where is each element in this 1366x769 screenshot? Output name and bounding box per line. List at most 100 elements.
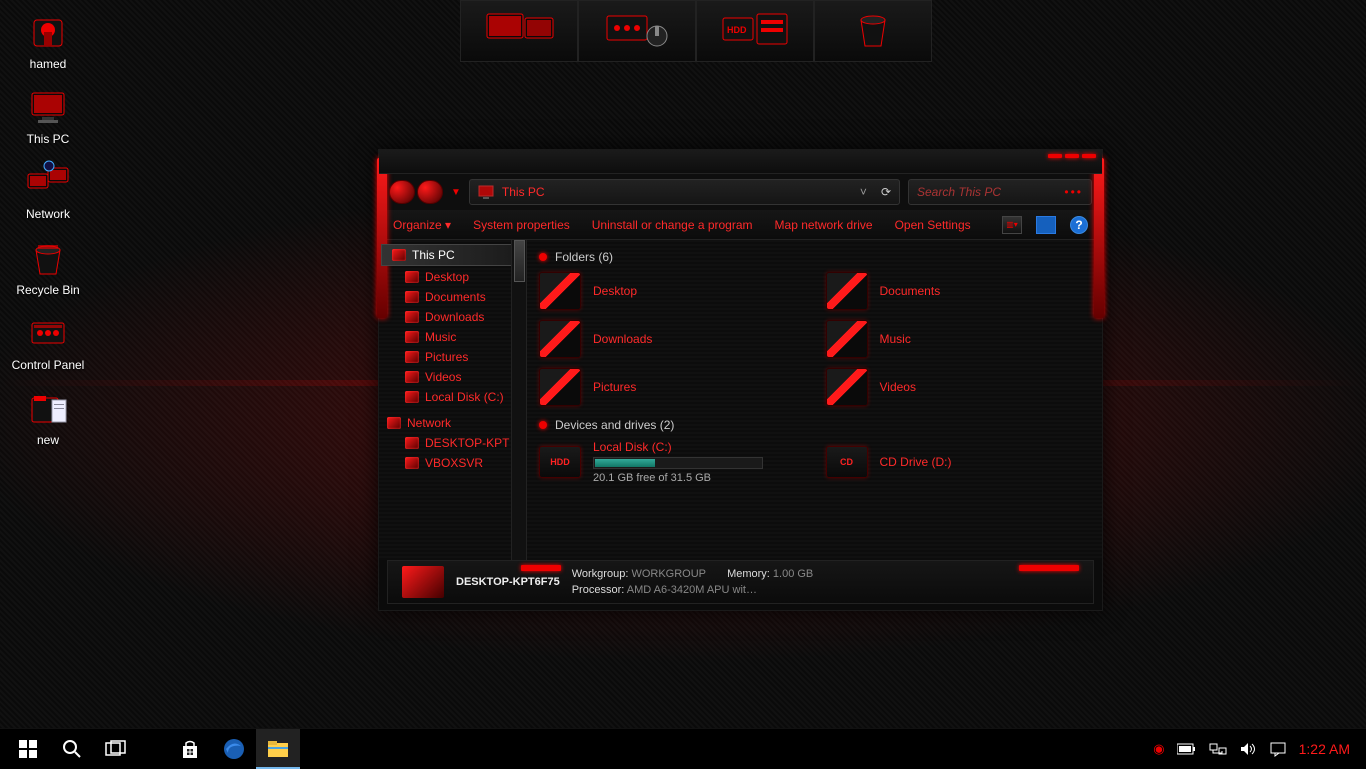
address-caret-icon[interactable]: ˅ bbox=[860, 185, 867, 199]
folder-icon bbox=[405, 371, 419, 383]
item-label: Downloads bbox=[593, 332, 652, 346]
system-properties-button[interactable]: System properties bbox=[473, 218, 570, 232]
network-icon[interactable]: Network bbox=[8, 160, 88, 221]
taskbar-edge[interactable] bbox=[212, 729, 256, 769]
recycle-bin-icon[interactable]: Recycle Bin bbox=[8, 236, 88, 297]
search-button[interactable] bbox=[50, 729, 94, 769]
drives-header[interactable]: Devices and drives (2) bbox=[539, 418, 1092, 432]
tree-music[interactable]: Music bbox=[379, 327, 526, 347]
tree-scrollbar[interactable] bbox=[511, 240, 526, 560]
refresh-icon[interactable]: ⟳ bbox=[881, 185, 891, 199]
user-folder-icon[interactable]: hamed bbox=[8, 10, 88, 71]
drive-label: Local Disk (C:) bbox=[593, 440, 763, 454]
tree-label: Downloads bbox=[425, 310, 484, 324]
desktop-icons: hamed This PC Network Recycle Bin Contro… bbox=[8, 10, 88, 447]
tray-network-icon[interactable] bbox=[1209, 741, 1227, 757]
folders-grid: Desktop Documents Downloads Music Pictur… bbox=[539, 272, 1092, 406]
item-label: Desktop bbox=[593, 284, 637, 298]
dock-tile-recycle[interactable] bbox=[814, 0, 932, 62]
drive-cd-d[interactable]: CD CD Drive (D:) bbox=[826, 440, 1093, 484]
folder-icon bbox=[826, 320, 868, 358]
forward-button[interactable] bbox=[417, 180, 443, 204]
search-expand-icon[interactable]: ••• bbox=[1064, 185, 1083, 199]
map-drive-button[interactable]: Map network drive bbox=[775, 218, 873, 232]
tray-notifications-icon[interactable] bbox=[1269, 741, 1287, 757]
folder-pictures[interactable]: Pictures bbox=[539, 368, 806, 406]
address-segment[interactable]: This PC bbox=[502, 185, 545, 199]
computer-name: DESKTOP-KPT6F75 bbox=[456, 576, 560, 588]
tree-label: Documents bbox=[425, 290, 486, 304]
network-icon bbox=[387, 417, 401, 429]
tree-network-pc[interactable]: DESKTOP-KPT… bbox=[379, 433, 526, 453]
clock[interactable]: 1:22 AM bbox=[1299, 741, 1350, 757]
view-options-button[interactable]: ▥▾ bbox=[1002, 216, 1022, 234]
item-label: Music bbox=[880, 332, 911, 346]
folder-icon bbox=[826, 272, 868, 310]
system-tray: ◉ 1:22 AM bbox=[1153, 741, 1360, 757]
explorer-window: ▼ This PC ˅ ⟳ Search This PC ••• Organiz… bbox=[378, 149, 1103, 611]
icon-label: hamed bbox=[30, 58, 67, 71]
svg-text:HDD: HDD bbox=[727, 25, 747, 35]
drive-label: CD Drive (D:) bbox=[880, 455, 952, 469]
this-pc-icon[interactable]: This PC bbox=[8, 85, 88, 146]
tree-this-pc[interactable]: This PC bbox=[381, 244, 524, 266]
search-input[interactable]: Search This PC ••• bbox=[908, 179, 1092, 205]
folder-icon bbox=[405, 311, 419, 323]
folder-documents[interactable]: Documents bbox=[826, 272, 1093, 310]
tree-desktop[interactable]: Desktop bbox=[379, 267, 526, 287]
preview-pane-button[interactable] bbox=[1036, 216, 1056, 234]
tree-documents[interactable]: Documents bbox=[379, 287, 526, 307]
scrollbar-thumb[interactable] bbox=[514, 240, 525, 282]
folders-header[interactable]: Folders (6) bbox=[539, 250, 1092, 264]
window-controls[interactable] bbox=[1048, 154, 1096, 158]
taskbar-explorer[interactable] bbox=[256, 729, 300, 769]
folder-music[interactable]: Music bbox=[826, 320, 1093, 358]
folder-icon bbox=[405, 351, 419, 363]
address-bar-row: ▼ This PC ˅ ⟳ Search This PC ••• bbox=[379, 174, 1102, 210]
tree-label: Videos bbox=[425, 370, 461, 384]
tray-battery-icon[interactable] bbox=[1177, 743, 1197, 755]
help-button[interactable]: ? bbox=[1070, 216, 1088, 234]
tree-label: VBOXSVR bbox=[425, 456, 483, 470]
tree-network[interactable]: Network bbox=[379, 413, 526, 433]
taskbar-store[interactable] bbox=[168, 729, 212, 769]
new-folder-icon[interactable]: new bbox=[8, 386, 88, 447]
tray-volume-icon[interactable] bbox=[1239, 741, 1257, 757]
folder-videos[interactable]: Videos bbox=[826, 368, 1093, 406]
processor-key: Processor: bbox=[572, 584, 625, 596]
tree-local-disk[interactable]: Local Disk (C:) bbox=[379, 387, 526, 407]
item-label: Documents bbox=[880, 284, 941, 298]
section-title: Devices and drives (2) bbox=[555, 418, 674, 432]
search-placeholder: Search This PC bbox=[917, 185, 1001, 199]
icon-label: Recycle Bin bbox=[16, 284, 79, 297]
dock-tile-drives[interactable]: HDD bbox=[696, 0, 814, 62]
pc-icon bbox=[392, 249, 406, 261]
tree-downloads[interactable]: Downloads bbox=[379, 307, 526, 327]
toolbar: Organize ▾ System properties Uninstall o… bbox=[379, 210, 1102, 240]
uninstall-button[interactable]: Uninstall or change a program bbox=[592, 218, 753, 232]
tree-network-vboxsvr[interactable]: VBOXSVR bbox=[379, 453, 526, 473]
back-button[interactable] bbox=[389, 180, 415, 204]
processor-value: AMD A6-3420M APU wit… bbox=[627, 584, 757, 596]
hdd-icon: HDD bbox=[539, 446, 581, 478]
start-button[interactable] bbox=[6, 729, 50, 769]
folder-downloads[interactable]: Downloads bbox=[539, 320, 806, 358]
tray-app-icon[interactable]: ◉ bbox=[1153, 741, 1164, 757]
history-dropdown-icon[interactable]: ▼ bbox=[451, 187, 461, 198]
task-view-button[interactable] bbox=[94, 729, 138, 769]
folder-desktop[interactable]: Desktop bbox=[539, 272, 806, 310]
drive-local-disk-c[interactable]: HDD Local Disk (C:) 20.1 GB free of 31.5… bbox=[539, 440, 806, 484]
tree-pictures[interactable]: Pictures bbox=[379, 347, 526, 367]
tree-label: Desktop bbox=[425, 270, 469, 284]
organize-button[interactable]: Organize ▾ bbox=[393, 218, 451, 232]
folder-icon bbox=[405, 291, 419, 303]
open-settings-button[interactable]: Open Settings bbox=[895, 218, 971, 232]
dock-tile-control-panel[interactable] bbox=[578, 0, 696, 62]
top-dock: HDD bbox=[460, 0, 932, 62]
titlebar[interactable] bbox=[379, 150, 1102, 174]
tree-videos[interactable]: Videos bbox=[379, 367, 526, 387]
control-panel-icon[interactable]: Control Panel bbox=[8, 311, 88, 372]
address-bar[interactable]: This PC ˅ ⟳ bbox=[469, 179, 900, 205]
dock-tile-this-pc[interactable] bbox=[460, 0, 578, 62]
icon-label: This PC bbox=[27, 133, 70, 146]
